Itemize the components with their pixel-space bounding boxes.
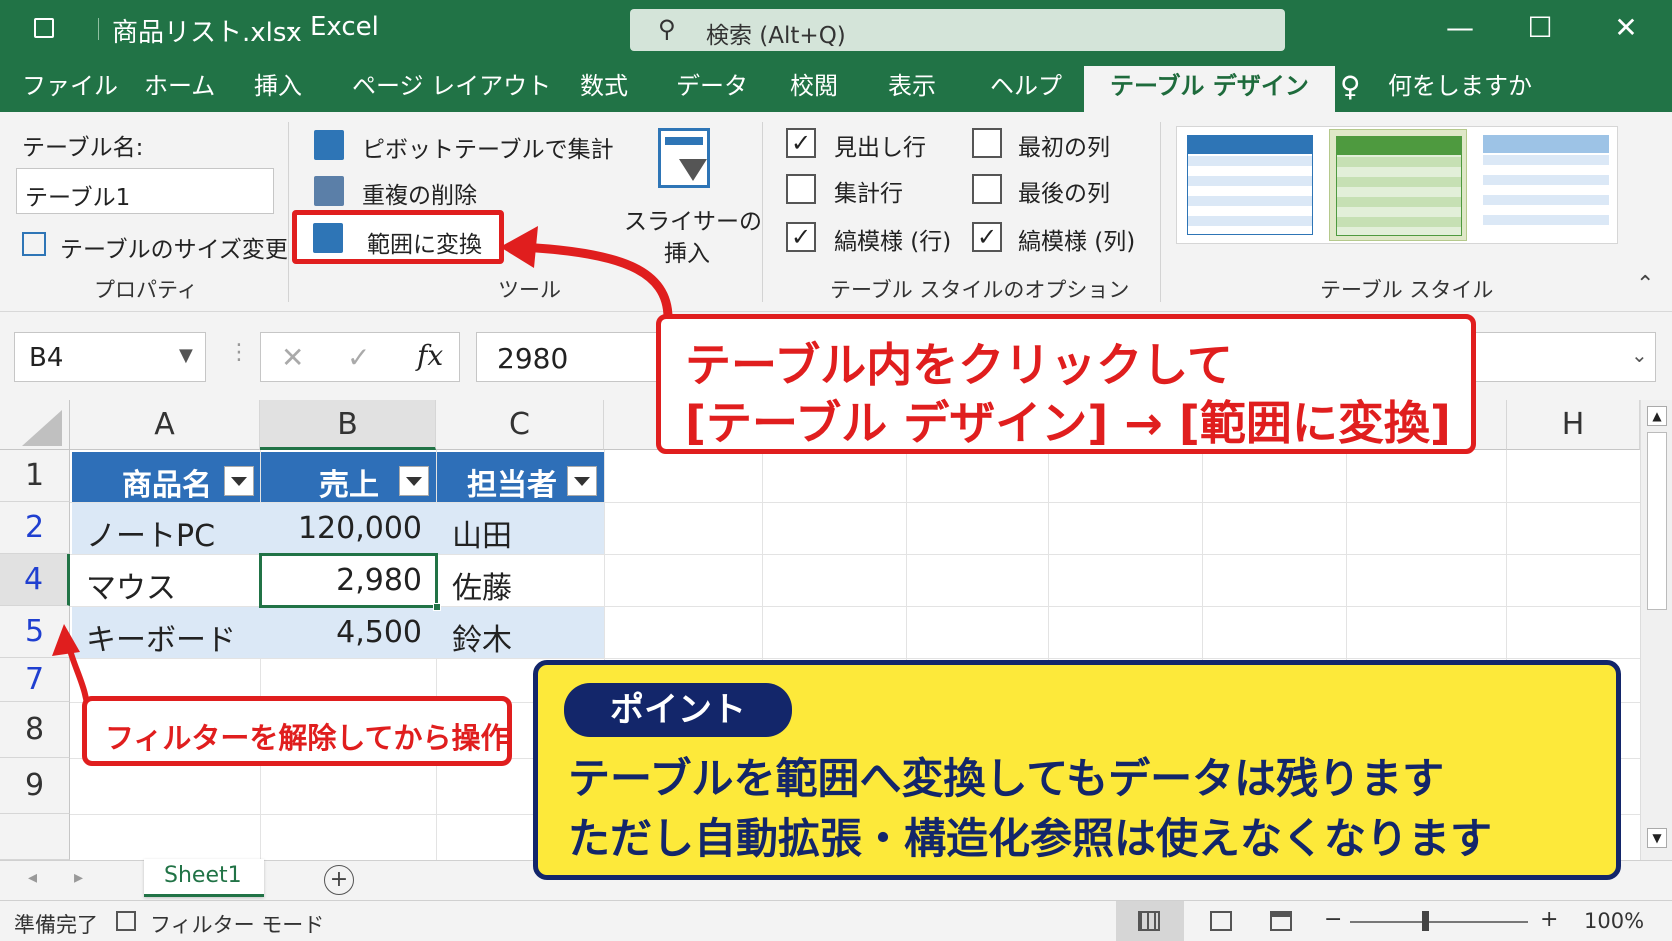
point-line-2: ただし自動拡張・構造化参照は使えなくなります [568, 814, 1493, 863]
main-instruction-line-1: テーブル内をクリックして [685, 338, 1233, 392]
filter-note-text: フィルターを解除してから操作 [105, 721, 510, 755]
point-label: ポイント [564, 683, 792, 737]
arrow-head-convert [500, 226, 538, 268]
main-instruction-line-2: [テーブル デザイン] → [範囲に変換] [685, 396, 1451, 450]
main-instruction-callout: テーブル内をクリックして [テーブル デザイン] → [範囲に変換] [656, 314, 1476, 454]
filter-note-callout: フィルターを解除してから操作 [82, 696, 512, 766]
arrow-to-convert [519, 242, 673, 319]
point-line-1: テーブルを範囲へ変換してもデータは残ります [568, 754, 1445, 803]
arrow-head-row [52, 624, 80, 656]
point-callout: ポイント テーブルを範囲へ変換してもデータは残ります ただし自動拡張・構造化参照… [533, 660, 1621, 880]
